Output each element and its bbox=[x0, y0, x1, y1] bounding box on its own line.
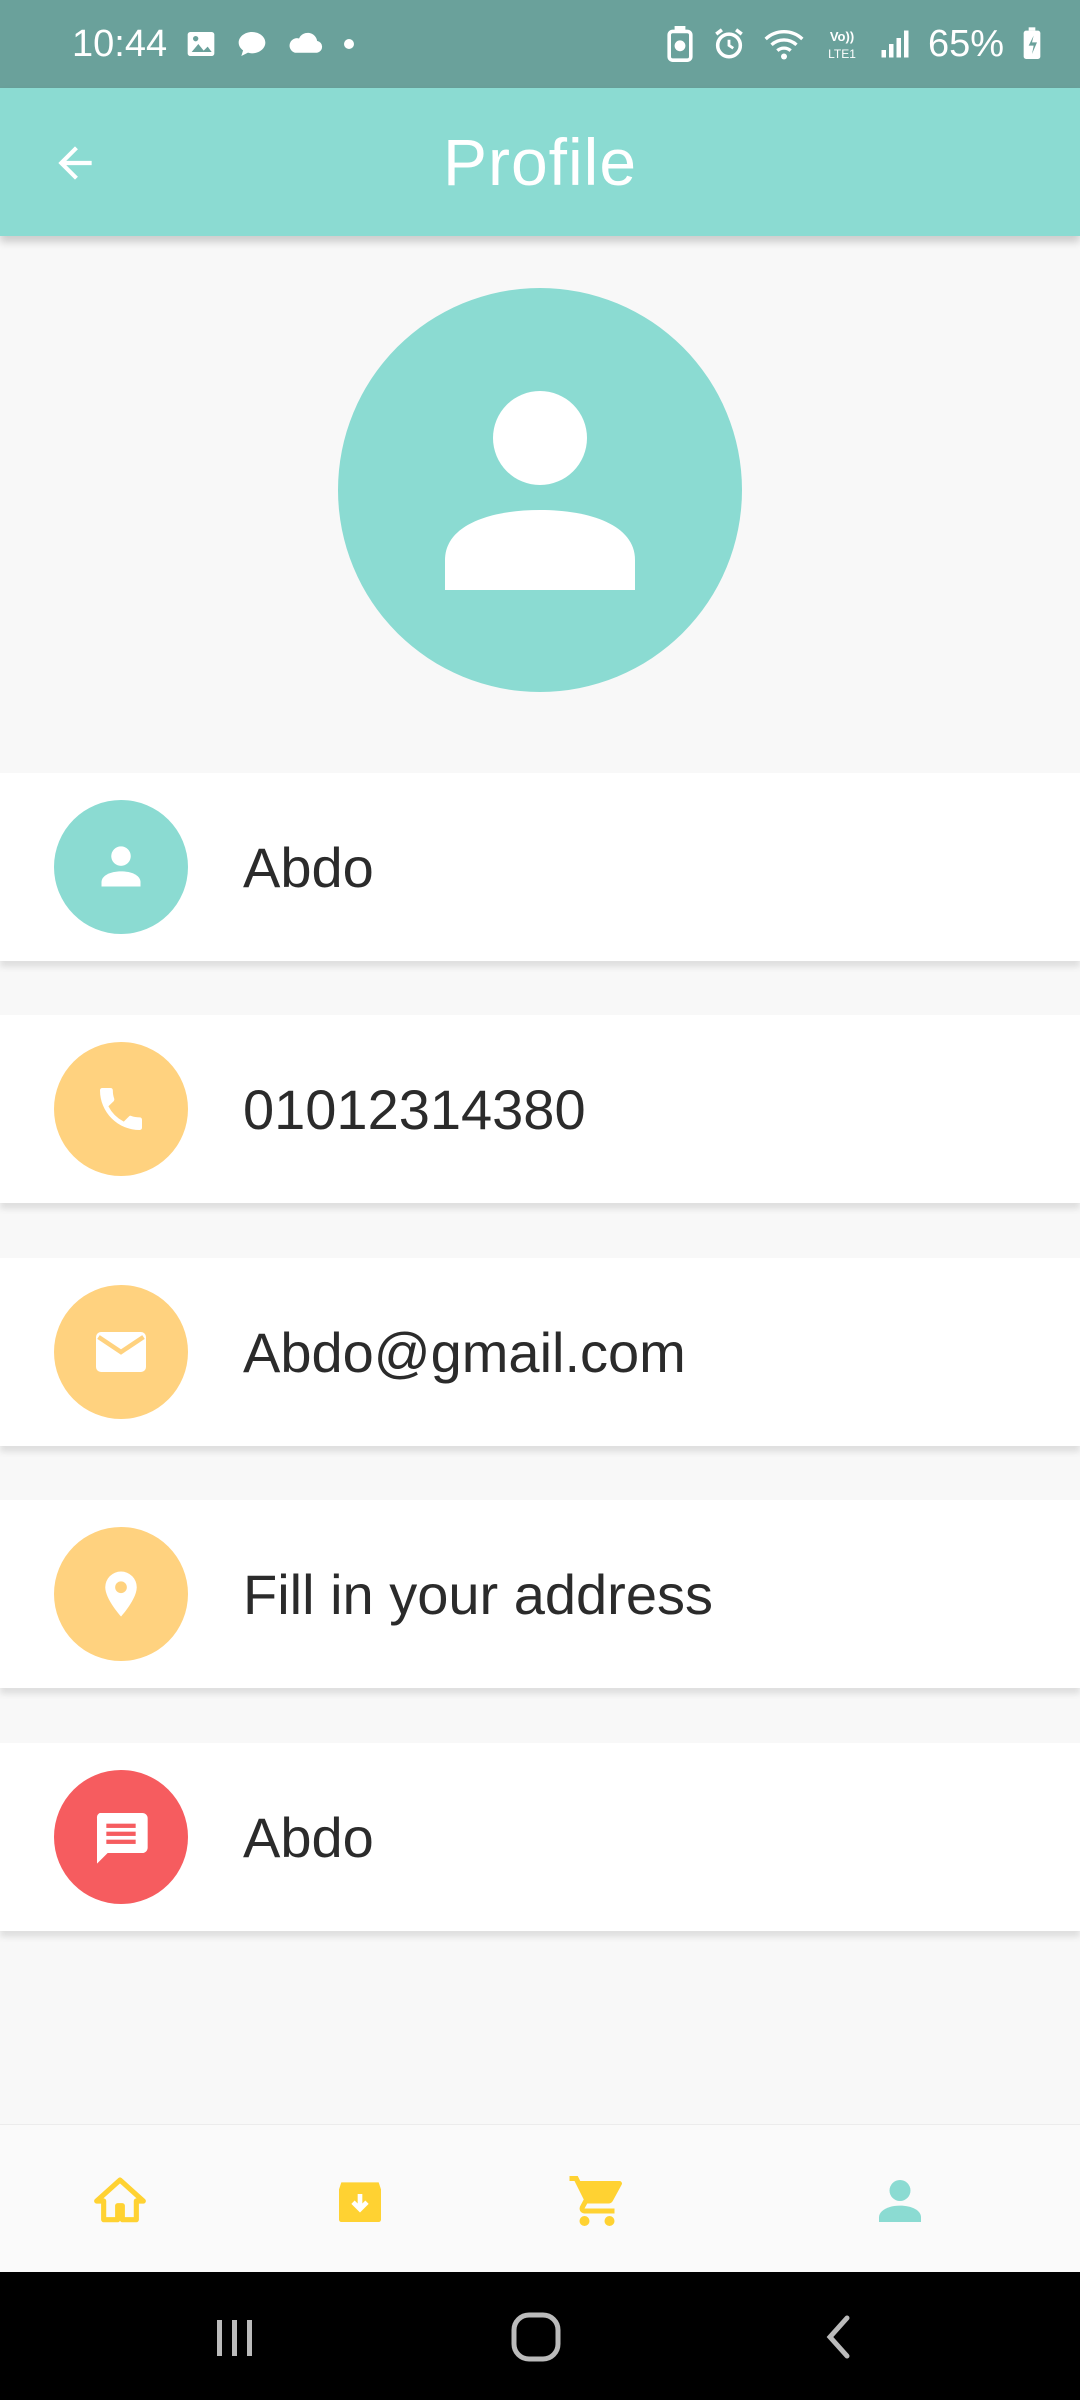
home-circle-icon bbox=[511, 2312, 561, 2362]
email-text: Abdo@gmail.com bbox=[243, 1320, 686, 1384]
chat-bubble-icon bbox=[235, 28, 269, 60]
alarm-icon bbox=[712, 27, 746, 61]
message-card[interactable]: Abdo bbox=[0, 1743, 1080, 1931]
name-text: Abdo bbox=[243, 835, 374, 899]
location-pin-icon bbox=[105, 1571, 137, 1617]
volte-icon: Vo)) LTE1 bbox=[822, 26, 862, 62]
signal-icon bbox=[880, 29, 910, 59]
phone-text: 01012314380 bbox=[243, 1077, 586, 1141]
bottom-nav bbox=[0, 2124, 1080, 2273]
home-system-button[interactable] bbox=[492, 2302, 582, 2372]
recents-icon bbox=[217, 2320, 252, 2356]
person-icon bbox=[445, 391, 635, 590]
app-bar: Profile bbox=[0, 88, 1080, 236]
message-icon bbox=[96, 1813, 148, 1864]
name-card[interactable]: Abdo bbox=[0, 773, 1080, 961]
cart-icon bbox=[569, 2176, 622, 2226]
email-icon bbox=[96, 1332, 146, 1372]
message-icon-circle bbox=[54, 1770, 188, 1904]
battery-icon bbox=[1022, 27, 1042, 61]
email-icon-circle bbox=[54, 1285, 188, 1419]
svg-text:Vo)): Vo)) bbox=[830, 29, 854, 44]
arrow-back-icon bbox=[58, 146, 92, 180]
system-nav bbox=[0, 2272, 1080, 2400]
nav-profile[interactable] bbox=[860, 2161, 940, 2241]
phone-card[interactable]: 01012314380 bbox=[0, 1015, 1080, 1203]
person-icon bbox=[879, 2180, 921, 2222]
message-text: Abdo bbox=[243, 1805, 374, 1869]
cloud-icon bbox=[287, 30, 325, 58]
dot-icon bbox=[343, 38, 355, 50]
status-right: Vo)) LTE1 65% bbox=[666, 23, 1042, 66]
nav-cart[interactable] bbox=[557, 2161, 637, 2241]
status-bar: 10:44 Vo)) LTE1 65% bbox=[0, 0, 1080, 88]
phone-icon-circle bbox=[54, 1042, 188, 1176]
wifi-icon bbox=[764, 27, 804, 61]
back-system-button[interactable] bbox=[795, 2302, 885, 2372]
name-icon-circle bbox=[54, 800, 188, 934]
nav-archive[interactable] bbox=[320, 2161, 400, 2241]
page-title: Profile bbox=[442, 125, 638, 199]
archive-download-icon bbox=[339, 2182, 381, 2222]
address-text: Fill in your address bbox=[243, 1562, 713, 1626]
address-icon-circle bbox=[54, 1527, 188, 1661]
battery-saver-icon bbox=[666, 26, 694, 62]
status-time: 10:44 bbox=[72, 22, 168, 65]
avatar[interactable] bbox=[338, 288, 742, 692]
nav-home[interactable] bbox=[80, 2161, 160, 2241]
svg-text:LTE1: LTE1 bbox=[828, 47, 856, 61]
recents-button[interactable] bbox=[190, 2302, 280, 2372]
back-button[interactable] bbox=[40, 128, 110, 198]
email-card[interactable]: Abdo@gmail.com bbox=[0, 1258, 1080, 1446]
address-card[interactable]: Fill in your address bbox=[0, 1500, 1080, 1688]
person-icon bbox=[101, 846, 141, 887]
gallery-icon bbox=[185, 28, 217, 60]
battery-percent: 65% bbox=[927, 22, 1004, 65]
back-chevron-icon bbox=[826, 2315, 850, 2359]
status-left: 10:44 bbox=[72, 23, 355, 66]
home-icon bbox=[94, 2177, 146, 2223]
phone-icon bbox=[100, 1088, 142, 1130]
